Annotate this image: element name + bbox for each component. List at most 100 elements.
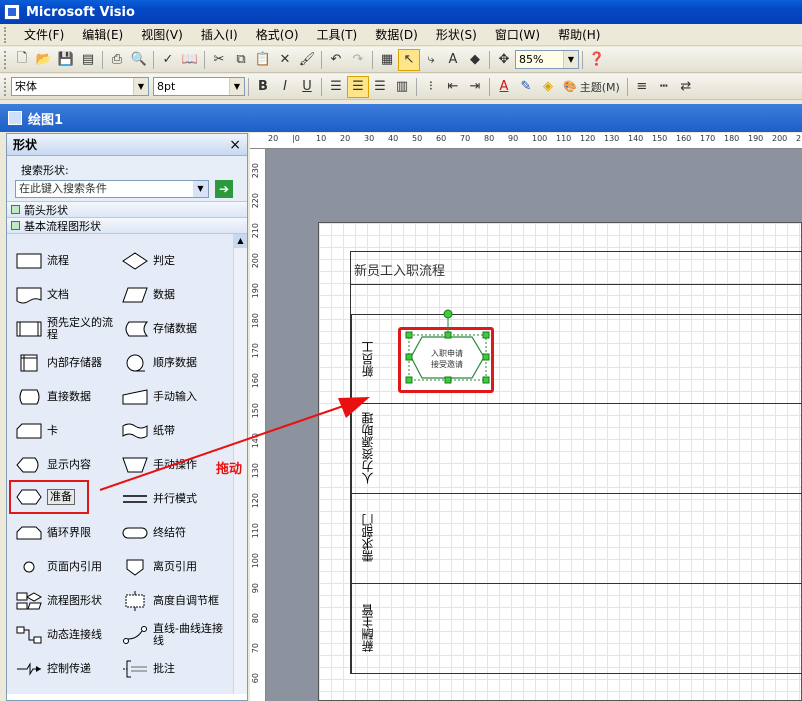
text-tool-icon[interactable]: A — [442, 49, 464, 71]
save-icon[interactable]: 💾 — [55, 49, 77, 71]
align-left-icon[interactable]: ☰ — [325, 76, 347, 98]
underline-button[interactable]: U — [296, 76, 318, 98]
shape-document[interactable]: 文档 — [15, 280, 127, 310]
bold-button[interactable]: B — [252, 76, 274, 98]
fill-color-icon[interactable]: ◈ — [537, 76, 559, 98]
shape-annotation[interactable]: 批注 — [121, 654, 233, 684]
shape-dynamic-connector[interactable]: 动态连接线 — [15, 620, 127, 650]
shape-preparation[interactable]: 准备 — [9, 480, 89, 514]
connector-tool-icon[interactable]: ⤷ — [420, 49, 442, 71]
line-weight-icon[interactable]: ≡ — [631, 76, 653, 98]
align-right-icon[interactable]: ☰ — [369, 76, 391, 98]
menu-view[interactable]: 视图(V) — [132, 24, 192, 46]
shape-loop-limit[interactable]: 循环界限 — [15, 518, 127, 548]
shape-paper-tape[interactable]: 纸带 — [121, 416, 233, 446]
new-icon[interactable]: 🗋 — [11, 49, 33, 71]
menu-edit[interactable]: 编辑(E) — [73, 24, 132, 46]
drawing-tools-icon[interactable]: ◆ — [464, 49, 486, 71]
search-go-button[interactable]: ➔ — [215, 180, 233, 198]
shape-direct-data[interactable]: 直接数据 — [15, 382, 127, 412]
lane-2[interactable] — [350, 403, 802, 494]
shape-control-transfer[interactable]: 控制传递 — [15, 654, 127, 684]
drawing-page[interactable]: 新员工入职流程 新员工 人力资源助理 需求部门 薪酬主管 入职申请 接受邀请 — [318, 222, 802, 701]
shape-internal-storage[interactable]: 内部存储器 — [15, 348, 127, 378]
shape-terminator[interactable]: 终结符 — [121, 518, 233, 548]
delete-icon[interactable]: ✕ — [274, 49, 296, 71]
shape-sequential-data[interactable]: 顺序数据 — [121, 348, 233, 378]
theme-button[interactable]: 🎨 主题(M) — [559, 76, 624, 98]
align-center-icon[interactable]: ☰ — [347, 75, 369, 98]
print-icon[interactable]: ⎙ — [106, 49, 128, 71]
line-ends-icon[interactable]: ⇄ — [675, 76, 697, 98]
shape-on-page-reference[interactable]: 页面内引用 — [15, 552, 127, 582]
pool-title-box[interactable]: 新员工入职流程 — [350, 251, 802, 285]
shape-label: 内部存储器 — [47, 356, 102, 369]
lane-label: 新员工 — [351, 315, 383, 403]
shape-label: 流程 — [47, 254, 69, 267]
shape-auto-height-box[interactable]: 高度自调节框 — [121, 586, 233, 616]
separator — [489, 77, 490, 96]
chevron-down-icon[interactable]: ▼ — [193, 181, 208, 197]
menu-window[interactable]: 窗口(W) — [486, 24, 549, 46]
chevron-down-icon[interactable]: ▼ — [563, 51, 578, 68]
spelling-icon[interactable]: ✓ — [157, 49, 179, 71]
shapes-window-icon[interactable]: ▦ — [376, 49, 398, 71]
open-icon[interactable]: 📂 — [33, 49, 55, 71]
font-color-icon[interactable]: A — [493, 76, 515, 98]
redo-icon[interactable]: ↷ — [347, 49, 369, 71]
stencil-arrow-shapes[interactable]: 箭头形状 — [7, 202, 247, 218]
menu-help[interactable]: 帮助(H) — [549, 24, 609, 46]
justify-icon[interactable]: ▥ — [391, 76, 413, 98]
bullets-icon[interactable]: ⁝ — [420, 76, 442, 98]
permission-icon[interactable]: ▤ — [77, 49, 99, 71]
menu-format[interactable]: 格式(O) — [247, 24, 308, 46]
print-preview-icon[interactable]: 🔍 — [128, 49, 150, 71]
shape-manual-input[interactable]: 手动输入 — [121, 382, 233, 412]
shape-data[interactable]: 数据 — [121, 280, 233, 310]
cut-icon[interactable]: ✂ — [208, 49, 230, 71]
stencil-basic-flowchart[interactable]: 基本流程图形状 — [7, 218, 247, 234]
menu-tools[interactable]: 工具(T) — [308, 24, 367, 46]
research-icon[interactable]: 📖 — [179, 49, 201, 71]
shape-line-curve-connector[interactable]: 直线-曲线连接线 — [121, 620, 233, 650]
terminator-icon — [122, 527, 148, 539]
font-size-select[interactable]: 8pt ▼ — [153, 77, 245, 96]
line-color-icon[interactable]: ✎ — [515, 76, 537, 98]
menu-file[interactable]: 文件(F) — [15, 24, 73, 46]
increase-indent-icon[interactable]: ⇥ — [464, 76, 486, 98]
search-input[interactable]: 在此键入搜索条件 ▼ — [15, 180, 209, 198]
close-icon[interactable]: × — [229, 137, 241, 153]
pointer-tool-icon[interactable]: ↖ — [398, 48, 420, 71]
paste-icon[interactable]: 📋 — [252, 49, 274, 71]
undo-icon[interactable]: ↶ — [325, 49, 347, 71]
pan-zoom-icon[interactable]: ✥ — [493, 49, 515, 71]
chevron-down-icon[interactable]: ▼ — [229, 78, 244, 95]
shape-parallel-mode[interactable]: 并行模式 — [121, 484, 233, 514]
scroll-up-icon[interactable]: ▲ — [234, 234, 247, 248]
copy-icon[interactable]: ⧉ — [230, 49, 252, 71]
shape-decision[interactable]: 判定 — [121, 246, 233, 276]
shape-card[interactable]: 卡 — [15, 416, 127, 446]
lane-3[interactable] — [350, 493, 802, 584]
menu-data[interactable]: 数据(D) — [366, 24, 427, 46]
parallel-mode-icon — [123, 495, 147, 503]
decrease-indent-icon[interactable]: ⇤ — [442, 76, 464, 98]
line-pattern-icon[interactable]: ┅ — [653, 76, 675, 98]
menu-insert[interactable]: 插入(I) — [192, 24, 247, 46]
chevron-down-icon[interactable]: ▼ — [133, 78, 148, 95]
help-icon[interactable]: ❓ — [586, 49, 608, 71]
shape-stored-data[interactable]: 存储数据 — [121, 314, 233, 344]
shape-predefined-process[interactable]: 预先定义的流程 — [15, 314, 127, 344]
ruler-tick-label: 230 — [251, 163, 260, 179]
italic-button[interactable]: I — [274, 76, 296, 98]
shape-flowchart-shapes[interactable]: 流程图形状 — [15, 586, 127, 616]
shapes-panel: 形状 × 搜索形状: 在此键入搜索条件 ▼ ➔ 箭头形状 基本流程图形状 流程 判… — [6, 133, 248, 701]
shape-process[interactable]: 流程 — [15, 246, 127, 276]
shape-off-page-reference[interactable]: 离页引用 — [121, 552, 233, 582]
shape-display[interactable]: 显示内容 — [15, 450, 127, 480]
font-select[interactable]: 宋体 ▼ — [11, 77, 149, 96]
zoom-select[interactable]: 85% ▼ — [515, 50, 579, 69]
lane-4[interactable] — [350, 583, 802, 674]
menu-shape[interactable]: 形状(S) — [427, 24, 486, 46]
format-painter-icon[interactable]: 🖌 — [296, 49, 318, 71]
